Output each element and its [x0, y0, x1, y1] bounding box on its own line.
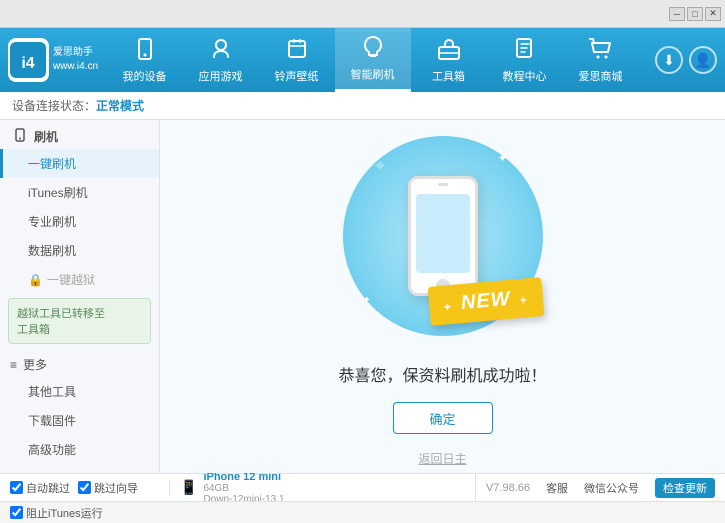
logo-text: 爱思助手 www.i4.cn	[53, 46, 98, 74]
lock-icon: 🔒	[28, 273, 43, 287]
nav-toolbox[interactable]: 工具箱	[411, 28, 487, 92]
new-badge: NEW	[427, 277, 544, 326]
auto-advance-input[interactable]	[10, 481, 23, 494]
status-label: 设备连接状态：	[12, 97, 96, 114]
window-controls[interactable]: ─ □ ✕	[669, 7, 721, 21]
sidebar-advanced[interactable]: 高级功能	[0, 435, 159, 464]
nav-items: 我的设备 应用游戏 铃声壁纸	[98, 28, 647, 92]
nav-store-label: 爱思商城	[579, 68, 623, 84]
top-nav: i4 爱思助手 www.i4.cn 我的设备 应	[0, 28, 725, 92]
sparkle-1: ✦	[373, 156, 388, 177]
store-icon	[589, 37, 613, 64]
sidebar-one-key-flash[interactable]: 一键刷机	[0, 149, 159, 178]
nav-my-device[interactable]: 我的设备	[107, 28, 183, 92]
sidebar-itunes-flash[interactable]: iTunes刷机	[0, 178, 159, 207]
itunes-bar: 阻止iTunes运行	[0, 501, 725, 523]
user-btn[interactable]: 👤	[689, 46, 717, 74]
phone-screen	[416, 194, 470, 273]
sidebar-more-header: ≡ 更多	[0, 348, 159, 377]
bottom-bar: 自动跳过 跳过向导 📱 iPhone 12 mini 64GB Down-12m…	[0, 473, 725, 501]
toolbox-icon	[437, 37, 461, 64]
skip-wizard-checkbox[interactable]: 跳过向导	[78, 480, 138, 496]
itunes-checkbox-input[interactable]	[10, 506, 23, 519]
nav-ringtones[interactable]: 铃声壁纸	[259, 28, 335, 92]
nav-tutorial-label: 教程中心	[503, 68, 547, 84]
wechat-link[interactable]: 微信公众号	[584, 480, 639, 496]
nav-store[interactable]: 爱思商城	[563, 28, 639, 92]
auto-advance-checkbox[interactable]: 自动跳过	[10, 480, 70, 496]
nav-apps-games[interactable]: 应用游戏	[183, 28, 259, 92]
maximize-btn[interactable]: □	[687, 7, 703, 21]
more-icon: ≡	[10, 358, 17, 372]
nav-my-device-label: 我的设备	[123, 68, 167, 84]
logo-icon: i4	[8, 38, 49, 82]
version-label: V7.98.66	[486, 482, 530, 494]
confirm-button[interactable]: 确定	[393, 402, 493, 434]
sidebar-jailbreak-header: 🔒 一键越狱	[0, 265, 159, 294]
sparkle-2: ✦	[497, 151, 507, 165]
phone-shape	[408, 176, 478, 296]
download-btn[interactable]: ⬇	[655, 46, 683, 74]
nav-smart-flash[interactable]: 智能刷机	[335, 28, 411, 92]
back-home-link[interactable]: 返回日主	[418, 450, 466, 467]
title-bar: ─ □ ✕	[0, 0, 725, 28]
sidebar-restore-flash[interactable]: 数据刷机	[0, 236, 159, 265]
sidebar-flash-header: 刷机	[0, 120, 159, 149]
nav-smart-flash-label: 智能刷机	[351, 66, 395, 82]
sidebar-download-firmware[interactable]: 下载固件	[0, 406, 159, 435]
my-device-icon	[133, 37, 157, 64]
ringtones-icon	[285, 37, 309, 64]
nav-apps-games-label: 应用游戏	[199, 68, 243, 84]
content-area: ✦ ✦ ✦ ✦ NEW	[160, 120, 725, 473]
update-button[interactable]: 检查更新	[655, 478, 715, 498]
phone-new-badge-container: ✦ ✦ ✦ ✦ NEW	[333, 126, 553, 346]
flash-header-label: 刷机	[34, 128, 58, 145]
skip-wizard-input[interactable]	[78, 481, 91, 494]
bottom-left: 自动跳过 跳过向导	[10, 480, 170, 496]
minimize-btn[interactable]: ─	[669, 7, 685, 21]
device-icon: 📱	[180, 479, 197, 496]
customer-service-link[interactable]: 客服	[546, 480, 568, 496]
sidebar-other-tools[interactable]: 其他工具	[0, 377, 159, 406]
sidebar-pro-flash[interactable]: 专业刷机	[0, 207, 159, 236]
sidebar: 刷机 一键刷机 iTunes刷机 专业刷机 数据刷机 🔒 一键越狱	[0, 120, 160, 473]
nav-actions: ⬇ 👤	[655, 46, 717, 74]
main-wrapper: 设备连接状态： 正常模式 刷机 一键刷机	[0, 92, 725, 523]
tutorial-icon	[513, 37, 537, 64]
apps-games-icon	[209, 37, 233, 64]
close-btn[interactable]: ✕	[705, 7, 721, 21]
device-info-bar: 📱 iPhone 12 mini 64GB Down-12mini-13,1	[170, 471, 476, 505]
itunes-checkbox[interactable]: 阻止iTunes运行	[10, 505, 103, 521]
nav-tutorial[interactable]: 教程中心	[487, 28, 563, 92]
bottom-right: V7.98.66 客服 微信公众号 检查更新	[476, 478, 715, 498]
status-bar: 设备连接状态： 正常模式	[0, 92, 725, 120]
sidebar-content: 刷机 一键刷机 iTunes刷机 专业刷机 数据刷机 🔒 一键越狱	[0, 120, 159, 473]
success-text: 恭喜您，保资料刷机成功啦！	[338, 362, 546, 386]
svg-text:i4: i4	[22, 55, 35, 72]
status-value: 正常模式	[96, 97, 144, 114]
success-illustration: ✦ ✦ ✦ ✦ NEW	[333, 126, 553, 467]
status-and-layout: 刷机 一键刷机 iTunes刷机 专业刷机 数据刷机 🔒 一键越狱	[0, 120, 725, 473]
smart-flash-icon	[361, 35, 385, 62]
device-storage: 64GB	[203, 483, 284, 494]
nav-toolbox-label: 工具箱	[432, 68, 465, 84]
nav-ringtones-label: 铃声壁纸	[275, 68, 319, 84]
device-details: iPhone 12 mini 64GB Down-12mini-13,1	[203, 471, 284, 505]
flash-header-icon	[14, 128, 28, 145]
logo-area: i4 爱思助手 www.i4.cn	[8, 38, 98, 82]
sparkle-3: ✦	[363, 295, 371, 306]
sidebar-jailbreak-warning: 越狱工具已转移至工具箱	[8, 298, 151, 344]
